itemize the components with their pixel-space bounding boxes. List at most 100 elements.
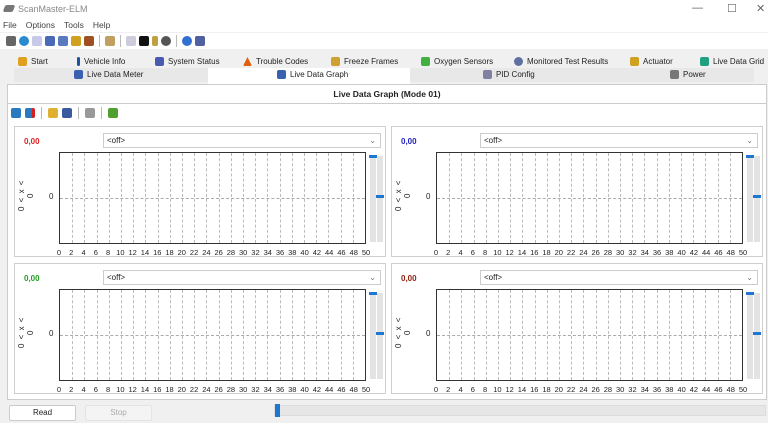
min-scale-slider[interactable] [377,293,383,379]
x-tick-label: 44 [701,385,711,394]
tab-trouble-codes[interactable]: Trouble Codes [243,57,308,66]
tab-vehicle-info[interactable]: Vehicle Info [77,57,125,66]
x-tick-label: 8 [106,248,111,257]
tab-monitored-test-results[interactable]: Monitored Test Results [514,57,608,66]
slider-thumb[interactable] [753,332,761,335]
connect-icon[interactable] [6,36,16,46]
tab-live-data-grid[interactable]: Live Data Grid [700,57,764,66]
x-tick-label: 30 [616,385,625,394]
menu-options[interactable]: Options [26,20,55,30]
x-tick-label: 50 [361,385,371,394]
x-tick-label: 20 [177,385,186,394]
x-tick-label: 0 [433,385,439,394]
maximize-button[interactable]: ☐ [727,2,737,15]
x-tick-label: 50 [738,385,748,394]
save-icon[interactable] [62,107,72,118]
slider-thumb[interactable] [746,292,754,295]
menu-file[interactable]: File [3,20,17,30]
terminal-icon[interactable] [139,36,149,46]
max-scale-slider[interactable] [370,293,376,379]
x-tick-label: 20 [554,385,563,394]
clipboard-icon[interactable] [105,36,115,46]
graph-icon[interactable] [58,36,68,46]
grid-line [644,290,646,380]
grid-line [656,290,658,380]
x-tick-label: 46 [337,385,346,394]
min-scale-slider[interactable] [377,156,383,242]
disc-icon[interactable] [161,36,171,46]
tab-oxygen-sensors[interactable]: Oxygen Sensors [421,57,493,66]
info-icon[interactable] [182,36,192,46]
grid-line [304,290,305,380]
document-icon[interactable] [32,36,42,46]
tab-live-data-graph[interactable]: Live Data Graph [277,70,348,79]
slider-thumb[interactable] [753,195,761,198]
tab-system-status[interactable]: System Status [155,57,220,66]
slider-thumb[interactable] [746,155,754,158]
slider-thumb[interactable] [376,332,384,335]
x-tick-label: 36 [275,248,285,257]
x-tick-label: 4 [458,385,463,394]
slider-thumb[interactable] [369,155,377,158]
globe-icon[interactable] [19,36,29,46]
grid-line [291,290,293,380]
grid-line [571,290,573,380]
graph-icon [277,70,286,79]
menu-tools[interactable]: Tools [64,20,84,30]
grid-line [595,153,597,243]
minimize-button[interactable]: — [692,2,703,14]
battery-icon[interactable] [152,36,158,46]
min-scale-slider[interactable] [754,293,760,379]
pid-select[interactable]: <off> ⌄ [480,133,758,148]
x-tick-label: 8 [106,385,111,394]
grid-line [230,153,232,243]
chart-icon[interactable] [71,36,81,46]
grid-line [121,290,122,380]
grid-icon[interactable] [45,36,55,46]
remove-graph-icon[interactable] [25,107,35,118]
menu-help[interactable]: Help [93,20,110,30]
x-tick-label: 20 [554,248,563,257]
x-tick-label: 14 [517,248,527,257]
tab-start[interactable]: Start [18,57,48,66]
max-scale-slider[interactable] [747,156,753,242]
open-folder-icon[interactable] [48,107,58,118]
max-scale-slider[interactable] [370,156,376,242]
add-graph-icon[interactable] [11,107,21,118]
pid-select[interactable]: <off> ⌄ [480,270,758,285]
print-icon[interactable] [85,107,95,118]
tab-pid-config[interactable]: PID Config [483,70,535,79]
x-tick-label: 10 [116,385,125,394]
tab-live-data-meter[interactable]: Live Data Meter [74,70,143,79]
grid-line [291,153,293,243]
x-tick-label: 10 [116,248,125,257]
tab-freeze-frames[interactable]: Freeze Frames [331,57,398,66]
export-icon[interactable] [108,107,118,118]
info-icon [77,57,80,66]
pid-select[interactable]: <off> ⌄ [103,133,381,148]
tab-label: PID Config [496,70,535,79]
slider-thumb[interactable] [369,292,377,295]
exit-icon[interactable] [195,36,205,46]
slider-thumb[interactable] [376,195,384,198]
money-icon[interactable] [84,36,94,46]
tab-power[interactable]: Power [670,70,706,79]
grid-line [498,153,499,243]
close-button[interactable]: ✕ [756,2,765,15]
tab-actuator[interactable]: Actuator [630,57,673,66]
x-tick-label: 22 [189,248,199,257]
stop-button[interactable]: Stop [85,405,152,421]
read-button[interactable]: Read [9,405,76,421]
x-tick-label: 18 [165,248,174,257]
grid-line [681,153,682,243]
x-tick-label: 34 [263,385,272,394]
max-scale-slider[interactable] [747,293,753,379]
chat-icon[interactable] [126,36,136,46]
min-scale-slider[interactable] [754,156,760,242]
x-tick-label: 26 [214,385,223,394]
x-tick-label: 12 [128,248,137,257]
x-tick-label: 6 [93,248,98,257]
pid-select[interactable]: <off> ⌄ [103,270,381,285]
grid-line [632,153,634,243]
x-tick-label: 32 [251,248,260,257]
